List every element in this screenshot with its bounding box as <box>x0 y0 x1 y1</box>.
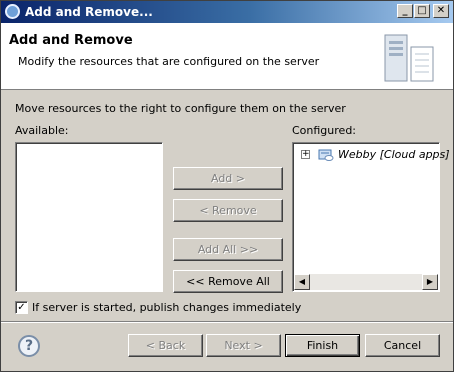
add-all-button[interactable]: Add All >> <box>173 238 283 261</box>
add-button[interactable]: Add > <box>173 167 283 190</box>
available-list[interactable] <box>15 142 163 292</box>
add-remove-dialog: Add and Remove... _ □ ✕ Add and Remove M… <box>0 0 454 372</box>
scroll-left-icon[interactable]: ◀ <box>294 274 310 290</box>
configured-label: Configured: <box>292 124 357 137</box>
configured-tree[interactable]: + Webby [Cloud apps] ◀ ▶ <box>292 142 450 292</box>
horizontal-scrollbar[interactable]: ◀ ▶ <box>294 274 438 290</box>
remove-button[interactable]: < Remove <box>173 199 283 222</box>
divider <box>1 321 453 323</box>
page-description: Modify the resources that are configured… <box>18 55 320 68</box>
next-button[interactable]: Next > <box>206 334 281 357</box>
cloud-server-icon <box>318 149 334 161</box>
cancel-button[interactable]: Cancel <box>365 334 440 357</box>
remove-all-button[interactable]: << Remove All <box>173 270 283 293</box>
close-button[interactable]: ✕ <box>433 4 449 18</box>
app-icon <box>5 4 20 19</box>
expand-icon[interactable]: + <box>301 150 310 159</box>
scroll-right-icon[interactable]: ▶ <box>422 274 438 290</box>
help-icon[interactable]: ? <box>18 335 40 357</box>
tree-item-label: Webby [Cloud apps] <box>338 148 450 161</box>
publish-label: If server is started, publish changes im… <box>32 301 302 314</box>
finish-button[interactable]: Finish <box>285 334 360 357</box>
available-label: Available: <box>15 124 69 137</box>
wizard-banner: Add and Remove Modify the resources that… <box>1 23 453 90</box>
minimize-button[interactable]: _ <box>397 4 413 18</box>
back-button[interactable]: < Back <box>128 334 203 357</box>
server-wizard-icon <box>384 34 434 82</box>
instruction-text: Move resources to the right to configure… <box>15 102 346 115</box>
window-title: Add and Remove... <box>25 5 153 19</box>
title-bar[interactable]: Add and Remove... _ □ ✕ <box>1 1 453 23</box>
maximize-button[interactable]: □ <box>414 4 430 18</box>
publish-checkbox[interactable]: ✓ <box>15 301 28 314</box>
page-title: Add and Remove <box>9 33 133 48</box>
